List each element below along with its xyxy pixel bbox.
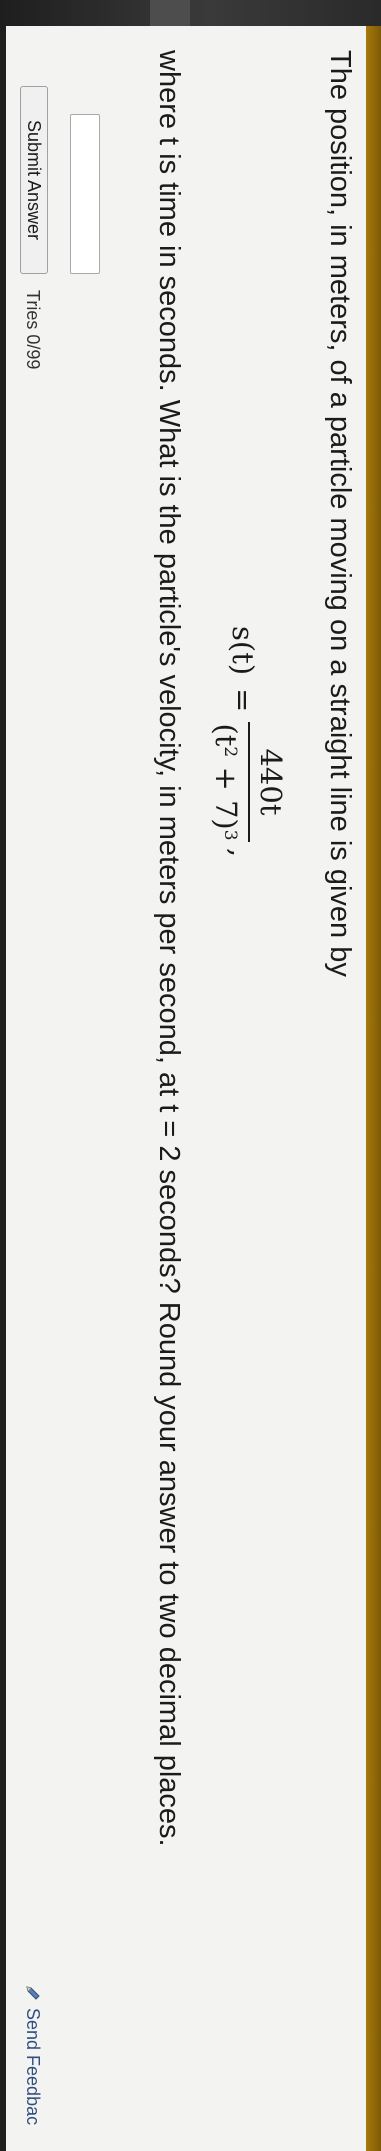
den-exponent-outer: 3 <box>220 829 240 841</box>
question-panel: The position, in meters, of a particle m… <box>6 26 366 2151</box>
top-dark-strip <box>0 0 381 26</box>
send-feedback-label: Send Feedbac <box>23 2008 43 2126</box>
formula-fraction: 440t (t2 + 7)3 <box>206 722 290 842</box>
den-open: (t <box>209 723 243 747</box>
formula-numerator: 440t <box>254 748 288 816</box>
formula-equals: = <box>226 688 260 713</box>
den-exponent-inner: 2 <box>220 746 240 758</box>
pencil-icon <box>26 1986 40 2000</box>
send-feedback-link[interactable]: Send Feedbac <box>20 1984 46 2125</box>
formula-lhs: s(t) <box>226 626 260 676</box>
fraction-bar <box>248 722 250 842</box>
rotated-content: The position, in meters, of a particle m… <box>6 26 366 2151</box>
formula-comma: , <box>224 848 258 858</box>
submit-answer-button[interactable]: Submit Answer <box>20 86 48 274</box>
right-gold-band <box>366 26 381 2151</box>
den-mid: + 7) <box>209 757 243 830</box>
question-text: where t is time in seconds. What is the … <box>153 50 185 1847</box>
position-formula: s(t) = 440t (t2 + 7)3 , <box>190 626 290 926</box>
tries-counter: Tries 0/99 <box>23 290 43 370</box>
problem-statement: The position, in meters, of a particle m… <box>324 50 356 977</box>
answer-input[interactable] <box>70 114 100 274</box>
formula-denominator: (t2 + 7)3 <box>206 722 246 842</box>
